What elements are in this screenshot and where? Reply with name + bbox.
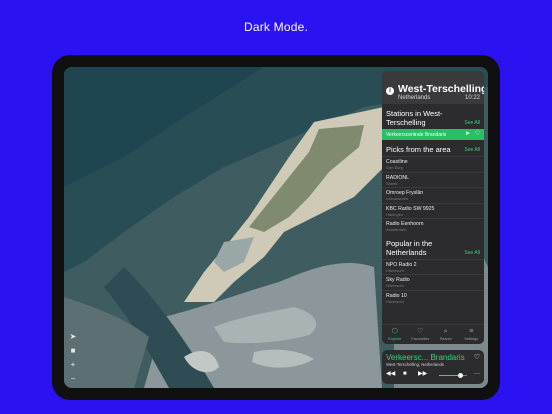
location-country: Netherlands — [398, 95, 431, 101]
station-city: Hilversum — [386, 298, 404, 304]
see-all-link[interactable]: See All — [464, 147, 480, 153]
now-playing-station: Verkeersc... Brandaris — [386, 353, 465, 362]
list-item[interactable]: NPO Radio 2 Hilversum — [382, 258, 484, 275]
tab-search[interactable]: ⌕ Search — [433, 325, 459, 344]
station-city: Hilversum — [386, 267, 404, 273]
next-icon[interactable]: ▶▶ — [418, 371, 427, 378]
zoom-in-icon[interactable]: + — [68, 360, 78, 370]
info-icon[interactable]: i — [386, 87, 394, 95]
map-layers-icon[interactable]: ■ — [68, 346, 78, 356]
list-item[interactable]: Coastline Den Burg — [382, 156, 484, 172]
tab-label: Search — [439, 337, 452, 341]
stations-panel: i West-Terschelling Netherlands 10:22 St… — [382, 71, 484, 344]
tab-bar: ⬡ Explore ♡ Favourites ⌕ Search ≡ Settin… — [382, 324, 484, 344]
section-heading: Stations in West-Terschelling — [386, 109, 443, 127]
volume-slider[interactable] — [439, 373, 467, 378]
stop-icon[interactable]: ■ — [403, 371, 407, 378]
search-icon: ⌕ — [443, 328, 448, 335]
now-playing-location: West-Terschelling, Netherlands — [386, 362, 444, 367]
station-name: Verkeerscentrale Brandaris — [386, 131, 447, 138]
station-city: Harlingen — [386, 211, 404, 217]
promo-title: Dark Mode. — [243, 20, 309, 34]
list-item[interactable]: Radio Eenhoorn Amsterdam — [382, 218, 484, 234]
list-item[interactable]: Sky Radio Hilversum — [382, 274, 484, 290]
list-item[interactable]: RADIONL Sneek — [382, 171, 484, 188]
station-city: Den Burg — [386, 165, 403, 170]
local-time: 10:22 — [464, 95, 480, 101]
station-city: Amsterdam — [386, 227, 407, 232]
zoom-out-icon[interactable]: − — [68, 374, 78, 384]
more-options-icon[interactable]: ··· — [474, 371, 480, 378]
tab-label: Favourites — [411, 337, 430, 341]
list-item[interactable]: Omroep Fryslân Leeuwarden — [382, 187, 484, 203]
location-title: West-Terschelling — [398, 83, 484, 95]
volume-fill — [439, 375, 460, 376]
tab-label: Settings — [464, 337, 479, 341]
tab-explore[interactable]: ⬡ Explore — [382, 325, 408, 344]
highlighted-station-row[interactable]: Verkeerscentrale Brandaris ➤ ♡ — [382, 129, 484, 140]
tab-favourites[interactable]: ♡ Favourites — [408, 325, 434, 344]
settings-icon: ≡ — [469, 328, 474, 335]
list-item[interactable]: KBC Radio SW 9925 Harlingen — [382, 202, 484, 219]
map-controls: ➤ ■ + − — [67, 332, 79, 384]
station-city: Leeuwarden — [386, 196, 409, 201]
explore-icon: ⬡ — [391, 328, 398, 335]
section-heading: Picks from the area — [386, 145, 451, 154]
now-playing-player[interactable]: Verkeersc... Brandaris West-Terschelling… — [382, 350, 484, 384]
section-popular: Popular in the Netherlands See All — [382, 234, 484, 259]
station-city: Sneek — [386, 180, 398, 186]
app-screen: ➤ ■ + − i West-Terschelling Netherlands … — [64, 67, 488, 388]
section-stations: Stations in West-Terschelling See All — [382, 104, 484, 129]
tab-label: Explore — [388, 337, 402, 341]
section-heading: Popular in the Netherlands — [386, 238, 433, 257]
heart-icon[interactable]: ♡ — [475, 131, 480, 138]
see-all-link[interactable]: See All — [464, 250, 480, 256]
list-item[interactable]: Radio 10 Hilversum — [382, 289, 484, 306]
tab-settings[interactable]: ≡ Settings — [459, 325, 485, 344]
location-arrow-icon[interactable]: ➤ — [68, 332, 78, 342]
favourite-heart-icon[interactable]: ♡ — [474, 353, 480, 361]
panel-header: i West-Terschelling Netherlands 10:22 — [382, 71, 484, 104]
previous-icon[interactable]: ◀◀ — [386, 371, 395, 378]
station-city: Hilversum — [386, 283, 404, 288]
navigate-arrow-icon[interactable]: ➤ — [465, 131, 470, 138]
volume-knob[interactable] — [457, 373, 463, 378]
section-picks: Picks from the area See All — [382, 140, 484, 156]
see-all-link[interactable]: See All — [464, 120, 480, 126]
heart-icon: ♡ — [417, 328, 424, 335]
